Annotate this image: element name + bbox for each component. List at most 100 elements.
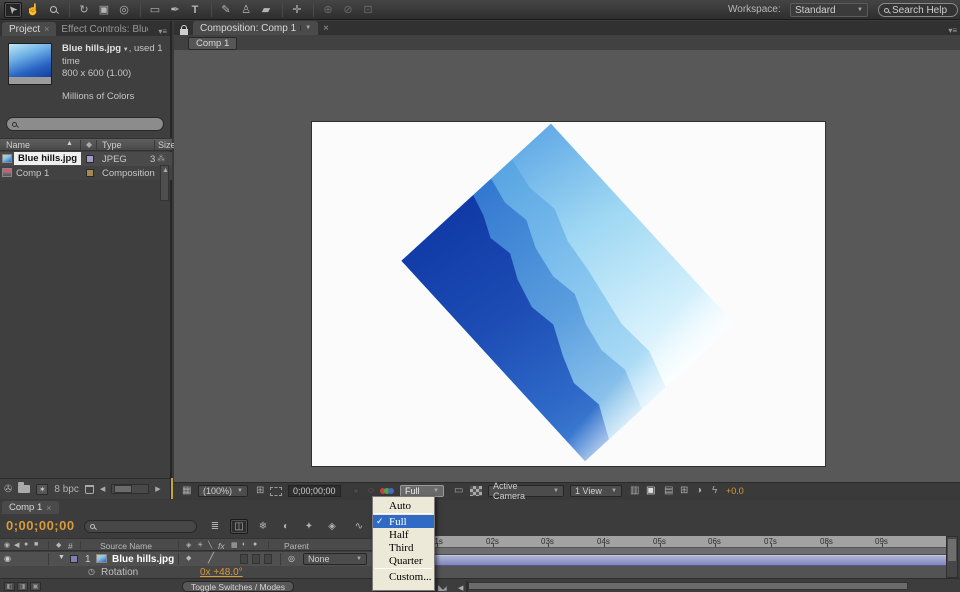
menu-item-third[interactable]: Third — [373, 541, 434, 554]
transparency-grid-icon[interactable] — [470, 486, 482, 496]
parent-dropdown[interactable]: None▼ — [303, 553, 367, 565]
panel-menu-icon[interactable]: ▾≡ — [158, 27, 170, 36]
timeline-button-icon[interactable]: ▤ — [664, 485, 673, 496]
column-name[interactable]: Name — [6, 140, 30, 150]
label-swatch[interactable] — [86, 155, 94, 163]
view-layout-dropdown[interactable]: 1 View▼ — [570, 485, 622, 497]
label-column-icon[interactable]: ◆ — [86, 140, 92, 149]
panel-menu-icon[interactable]: ▾≡ — [948, 26, 960, 35]
camera-dropdown[interactable]: Active Camera▼ — [488, 485, 564, 497]
scroll-left-icon[interactable]: ◀ — [100, 485, 105, 493]
tab-composition[interactable]: Composition: Comp 1 ▼ — [193, 21, 318, 35]
parent-pickwhip-icon[interactable]: ◎ — [288, 554, 295, 563]
switch-cell[interactable] — [240, 554, 248, 564]
current-time-display[interactable]: 0;00;00;00 — [288, 485, 341, 497]
timeline-current-time[interactable]: 0;00;00;00 — [6, 518, 75, 533]
pan-behind-tool-icon[interactable]: ◎ — [115, 2, 133, 18]
show-channels-icon[interactable] — [382, 488, 394, 494]
menu-item-quarter[interactable]: Quarter — [373, 554, 434, 567]
adjust-exposure-icon[interactable]: ϟ — [712, 485, 717, 496]
table-row-blue-hills[interactable]: Blue hills.jpg JPEG 3 ⁂ — [0, 152, 172, 166]
comp-mini-flowchart-button[interactable]: Comp 1 — [188, 37, 237, 50]
hand-tool-icon[interactable]: ☝ — [24, 2, 42, 18]
menu-item-half[interactable]: Half — [373, 528, 434, 541]
row-name[interactable]: Comp 1 — [16, 168, 49, 179]
project-horizontal-scrollbar[interactable] — [111, 484, 149, 494]
clone-stamp-tool-icon[interactable]: ♙ — [237, 2, 255, 18]
switch-cell[interactable] — [264, 554, 272, 564]
comp-mini-flowchart-icon[interactable]: ≣ — [206, 519, 224, 534]
work-area-bar[interactable] — [380, 548, 946, 555]
magnification-dropdown[interactable]: (100%)▼ — [198, 485, 248, 497]
menu-item-auto[interactable]: Auto — [373, 499, 434, 512]
rotation-value[interactable]: 0x +48.0° — [200, 567, 243, 578]
row-name[interactable]: Blue hills.jpg — [14, 152, 81, 165]
frame-blend-icon[interactable]: ❄ — [254, 519, 272, 534]
expand-transfer-controls-icon[interactable]: ◨ — [17, 582, 28, 591]
layer-duration-bar[interactable] — [380, 555, 946, 566]
bit-depth-label[interactable]: 8 bpc — [54, 484, 78, 495]
toggle-switches-modes-button[interactable]: Toggle Switches / Modes — [182, 581, 294, 592]
lock-icon[interactable] — [180, 29, 188, 35]
graph-editor-icon[interactable]: ∿ — [350, 519, 368, 534]
menu-item-full[interactable]: ✓ Full — [373, 515, 434, 528]
search-help-input[interactable]: Search Help — [878, 3, 958, 17]
share-view-icon[interactable]: ▥ — [630, 485, 639, 496]
label-swatch[interactable] — [86, 169, 94, 177]
layer-row-blue-hills[interactable]: ◉ ▼ 1 Blue hills.jpg ◆ ╱ ◎ None▼ — [0, 552, 380, 566]
timeline-horizontal-scrollbar[interactable] — [466, 581, 468, 592]
stopwatch-icon[interactable]: ◷ — [88, 567, 95, 576]
expand-inout-columns-icon[interactable]: ▣ — [30, 582, 41, 591]
eye-icon[interactable]: ◉ — [4, 554, 11, 563]
rotation-property-row[interactable]: ◷ Rotation 0x +48.0° — [0, 566, 380, 578]
draft-3d-icon[interactable]: ◫ — [230, 519, 248, 534]
column-size[interactable]: Size — [158, 140, 176, 150]
scroll-right-icon[interactable]: ▶ — [155, 485, 160, 493]
expand-layer-switches-icon[interactable]: ◧ — [4, 582, 15, 591]
chevron-down-icon[interactable]: ▼ — [300, 25, 311, 31]
source-name-column[interactable]: Source Name — [100, 541, 152, 551]
lock-views-icon[interactable]: ▣ — [646, 485, 655, 496]
layer-quality-icon[interactable]: ◆ — [186, 554, 191, 562]
close-icon[interactable]: × — [44, 24, 49, 34]
layer-label-swatch[interactable] — [70, 555, 78, 563]
new-folder-icon[interactable] — [18, 485, 30, 493]
zoom-mountain-icon[interactable]: ◣◢ — [438, 583, 445, 592]
comp-flowchart-icon[interactable]: ⊞ — [680, 485, 688, 496]
safe-zones-icon[interactable]: ⊞ — [256, 485, 264, 496]
timeline-search-input[interactable] — [84, 520, 197, 533]
scroll-up-icon[interactable]: ▲ — [162, 167, 169, 174]
parent-column[interactable]: Parent — [284, 541, 309, 551]
expander-icon[interactable]: ▼ — [58, 554, 65, 561]
eraser-tool-icon[interactable]: ▰ — [257, 2, 275, 18]
close-icon[interactable]: × — [318, 22, 334, 35]
always-preview-icon[interactable]: ▦ — [182, 485, 191, 496]
close-icon[interactable]: × — [46, 503, 51, 513]
tab-project[interactable]: Project × — [2, 22, 56, 36]
layer-name[interactable]: Blue hills.jpg — [112, 554, 174, 565]
property-name[interactable]: Rotation — [101, 567, 138, 578]
project-vertical-scrollbar[interactable]: ▲ — [160, 165, 169, 201]
camera-tool-icon[interactable]: ▣ — [95, 2, 113, 18]
interpret-footage-icon[interactable]: ✇ — [4, 484, 12, 495]
scroll-left-icon[interactable]: ◀ — [458, 584, 463, 592]
tab-timeline-comp1[interactable]: Comp 1 × — [2, 501, 59, 514]
project-search-input[interactable] — [6, 117, 164, 131]
workspace-dropdown[interactable]: Standard ▼ — [790, 3, 868, 17]
brush-tool-icon[interactable]: ✎ — [217, 2, 235, 18]
sort-ascending-icon[interactable]: ▲ — [66, 140, 73, 147]
trash-icon[interactable] — [85, 485, 94, 494]
switch-cell[interactable] — [252, 554, 260, 564]
rotated-blue-hills-layer[interactable] — [401, 124, 734, 462]
pixel-aspect-correction-icon[interactable]: ▭ — [454, 485, 463, 496]
show-snapshot-icon[interactable]: ◌ — [368, 485, 374, 496]
tab-effect-controls[interactable]: Effect Controls: Blue h — [56, 23, 148, 36]
zoom-tool-icon[interactable] — [44, 2, 62, 18]
pen-tool-icon[interactable]: ✒ — [166, 2, 184, 18]
type-tool-icon[interactable]: T — [186, 2, 204, 18]
auto-keyframe-icon[interactable]: ◈ — [323, 519, 341, 534]
menu-item-custom[interactable]: Custom... — [373, 570, 434, 583]
time-ruler[interactable]: 01s 02s 03s 04s 05s 06s 07s 08s 09s — [380, 536, 946, 548]
puppet-pin-tool-icon[interactable]: ✛ — [288, 2, 306, 18]
mask-shape-tool-icon[interactable]: ▭ — [146, 2, 164, 18]
